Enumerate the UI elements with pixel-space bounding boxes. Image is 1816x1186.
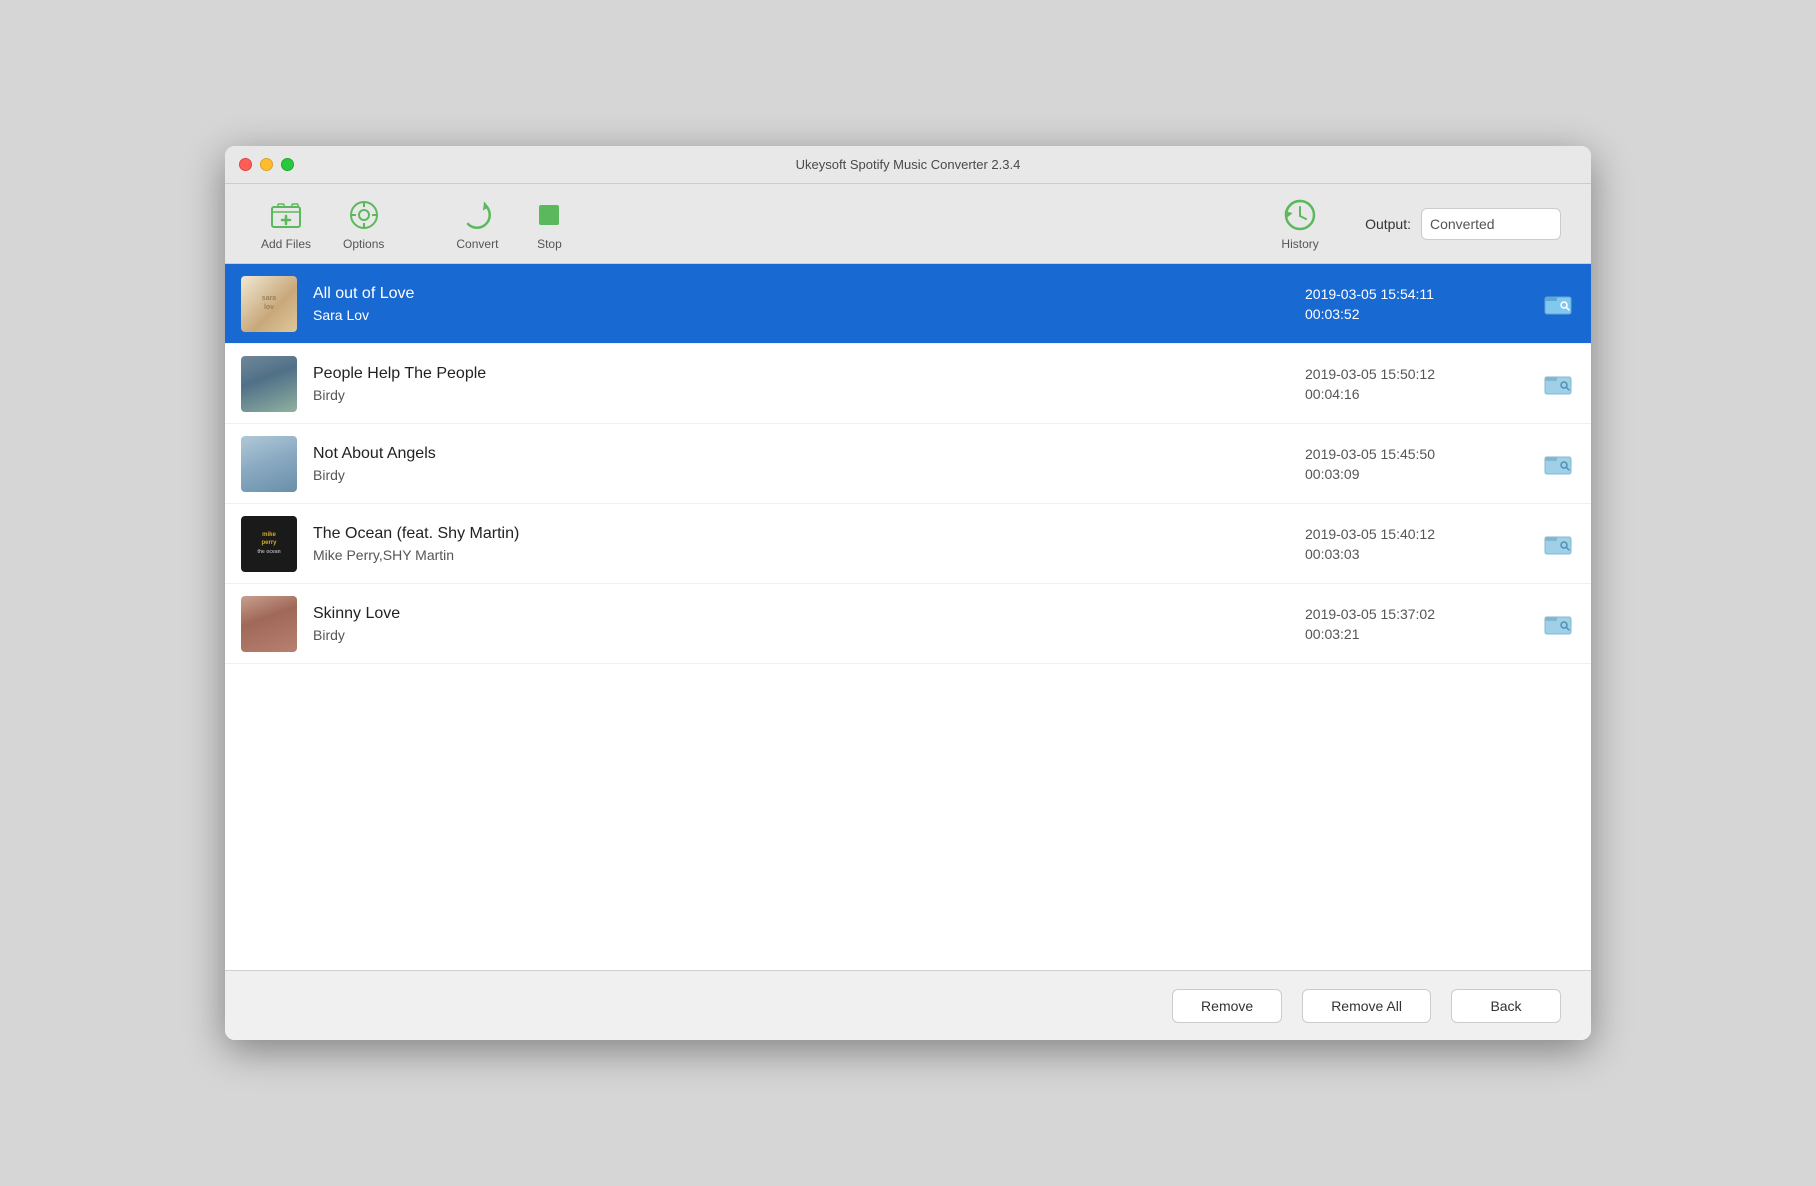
song-artist: Sara Lov: [313, 307, 1289, 323]
album-art: mikeperrythe ocean: [241, 516, 297, 572]
open-folder-button[interactable]: [1541, 449, 1575, 479]
close-button[interactable]: [239, 158, 252, 171]
toolbar: Add Files Options: [225, 184, 1591, 264]
song-duration: 00:03:52: [1305, 306, 1360, 322]
song-date: 2019-03-05 15:54:11: [1305, 286, 1434, 302]
open-folder-button[interactable]: [1541, 609, 1575, 639]
options-label: Options: [343, 237, 384, 251]
stop-label: Stop: [537, 237, 562, 251]
open-folder-button[interactable]: [1541, 289, 1575, 319]
album-art: [241, 356, 297, 412]
song-meta: 2019-03-05 15:50:12 00:04:16: [1305, 366, 1505, 402]
stop-icon: [531, 197, 567, 233]
song-duration: 00:03:09: [1305, 466, 1360, 482]
song-info: Not About Angels Birdy: [313, 445, 1289, 483]
song-info: People Help The People Birdy: [313, 365, 1289, 403]
content-area: saralov All out of Love Sara Lov 2019-03…: [225, 264, 1591, 970]
options-button[interactable]: Options: [327, 189, 400, 259]
maximize-button[interactable]: [281, 158, 294, 171]
open-folder-button[interactable]: [1541, 369, 1575, 399]
convert-button[interactable]: Convert: [440, 189, 514, 259]
footer: Remove Remove All Back: [225, 970, 1591, 1040]
add-files-icon: [268, 197, 304, 233]
main-window: Ukeysoft Spotify Music Converter 2.3.4 A…: [225, 146, 1591, 1040]
song-meta: 2019-03-05 15:54:11 00:03:52: [1305, 286, 1505, 322]
song-meta: 2019-03-05 15:40:12 00:03:03: [1305, 526, 1505, 562]
table-row[interactable]: Not About Angels Birdy 2019-03-05 15:45:…: [225, 424, 1591, 504]
minimize-button[interactable]: [260, 158, 273, 171]
traffic-lights: [239, 158, 294, 171]
back-button[interactable]: Back: [1451, 989, 1561, 1023]
table-row[interactable]: saralov All out of Love Sara Lov 2019-03…: [225, 264, 1591, 344]
history-label: History: [1281, 237, 1318, 251]
output-dropdown-wrapper[interactable]: Converted Desktop Music Documents: [1421, 208, 1561, 240]
song-info: The Ocean (feat. Shy Martin) Mike Perry,…: [313, 525, 1289, 563]
song-info: All out of Love Sara Lov: [313, 285, 1289, 323]
song-artist: Birdy: [313, 387, 1289, 403]
table-row[interactable]: mikeperrythe ocean The Ocean (feat. Shy …: [225, 504, 1591, 584]
album-art: [241, 436, 297, 492]
remove-button[interactable]: Remove: [1172, 989, 1282, 1023]
song-info: Skinny Love Birdy: [313, 605, 1289, 643]
history-button[interactable]: History: [1265, 189, 1335, 259]
stop-button[interactable]: Stop: [514, 189, 584, 259]
open-folder-button[interactable]: [1541, 529, 1575, 559]
add-files-label: Add Files: [261, 237, 311, 251]
song-title: Not About Angels: [313, 445, 1289, 463]
add-files-button[interactable]: Add Files: [245, 189, 327, 259]
table-row[interactable]: Skinny Love Birdy 2019-03-05 15:37:02 00…: [225, 584, 1591, 664]
song-title: All out of Love: [313, 285, 1289, 303]
song-artist: Birdy: [313, 467, 1289, 483]
output-area: Output: Converted Desktop Music Document…: [1365, 208, 1561, 240]
song-duration: 00:04:16: [1305, 386, 1360, 402]
convert-label: Convert: [456, 237, 498, 251]
remove-all-button[interactable]: Remove All: [1302, 989, 1431, 1023]
song-meta: 2019-03-05 15:37:02 00:03:21: [1305, 606, 1505, 642]
convert-icon: [459, 197, 495, 233]
song-artist: Mike Perry,SHY Martin: [313, 547, 1289, 563]
history-icon: [1282, 197, 1318, 233]
song-meta: 2019-03-05 15:45:50 00:03:09: [1305, 446, 1505, 482]
song-list: saralov All out of Love Sara Lov 2019-03…: [225, 264, 1591, 970]
output-label: Output:: [1365, 216, 1411, 232]
song-title: People Help The People: [313, 365, 1289, 383]
window-title: Ukeysoft Spotify Music Converter 2.3.4: [796, 157, 1021, 172]
song-title: Skinny Love: [313, 605, 1289, 623]
options-icon: [346, 197, 382, 233]
output-dropdown[interactable]: Converted Desktop Music Documents: [1421, 208, 1561, 240]
song-duration: 00:03:03: [1305, 546, 1360, 562]
song-artist: Birdy: [313, 627, 1289, 643]
song-date: 2019-03-05 15:37:02: [1305, 606, 1435, 622]
table-row[interactable]: People Help The People Birdy 2019-03-05 …: [225, 344, 1591, 424]
song-title: The Ocean (feat. Shy Martin): [313, 525, 1289, 543]
song-date: 2019-03-05 15:40:12: [1305, 526, 1435, 542]
song-date: 2019-03-05 15:45:50: [1305, 446, 1435, 462]
song-duration: 00:03:21: [1305, 626, 1360, 642]
album-art: saralov: [241, 276, 297, 332]
album-art: [241, 596, 297, 652]
title-bar: Ukeysoft Spotify Music Converter 2.3.4: [225, 146, 1591, 184]
song-date: 2019-03-05 15:50:12: [1305, 366, 1435, 382]
